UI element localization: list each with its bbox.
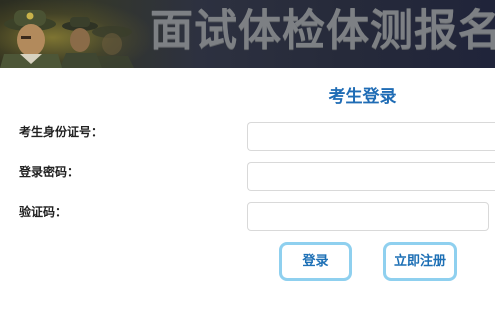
- soldier-photo-image: [0, 10, 134, 68]
- login-page: 面试体检体测报名 考生登录 考生身份证号： 登录密码： 验证码： 登录 立即注册: [0, 0, 495, 311]
- header-banner: 面试体检体测报名: [0, 0, 495, 68]
- register-button[interactable]: 立即注册: [383, 242, 457, 281]
- login-heading: 考生登录: [328, 87, 397, 107]
- password-label: 登录密码：: [19, 165, 80, 179]
- captcha-label: 验证码：: [19, 205, 68, 219]
- password-input[interactable]: [247, 162, 495, 191]
- id-number-label: 考生身份证号：: [19, 125, 104, 139]
- captcha-input[interactable]: [247, 202, 489, 231]
- id-number-input[interactable]: [247, 122, 495, 151]
- banner-title: 面试体检体测报名: [150, 6, 495, 56]
- login-button[interactable]: 登录: [279, 242, 352, 281]
